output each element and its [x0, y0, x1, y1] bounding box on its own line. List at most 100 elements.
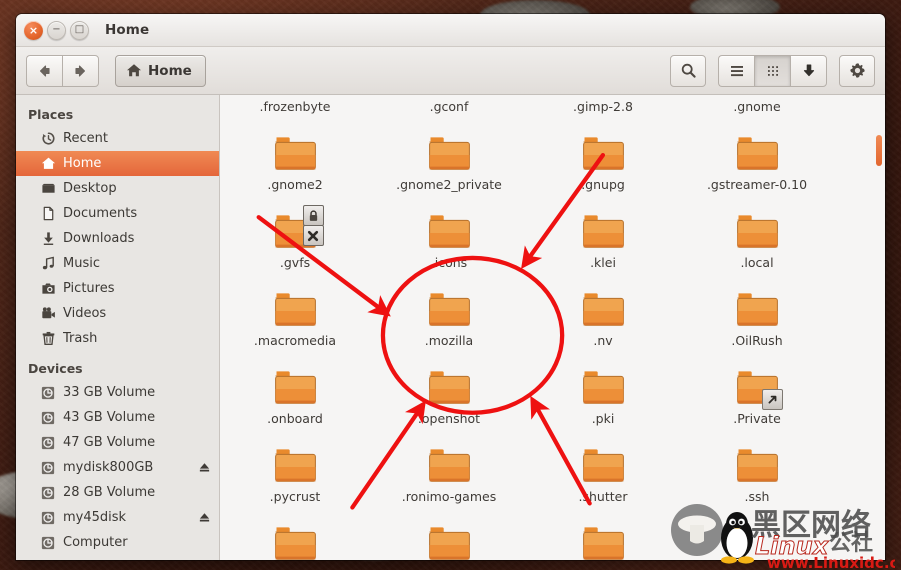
document-icon: [40, 206, 56, 222]
file-item-label: .ronimo-games: [401, 489, 497, 504]
folder-icon: [273, 289, 318, 329]
sidebar-item-desktop[interactable]: Desktop: [16, 176, 219, 201]
sidebar-item-volume-47gb[interactable]: 47 GB Volume: [16, 430, 219, 455]
file-item[interactable]: .icons: [389, 211, 509, 270]
search-button[interactable]: [670, 54, 706, 87]
sidebar-item-documents[interactable]: Documents: [16, 201, 219, 226]
file-item[interactable]: .pycrust: [235, 445, 355, 504]
sidebar-item-label: 47 GB Volume: [63, 435, 156, 450]
settings-button[interactable]: [839, 54, 875, 87]
arrow-left-icon: [39, 64, 50, 77]
window-body: Places Recent Home Desktop Documents Dow…: [16, 95, 885, 560]
back-button[interactable]: [26, 54, 62, 87]
file-item[interactable]: .Private: [697, 367, 817, 426]
eject-icon[interactable]: [198, 461, 211, 474]
file-item[interactable]: .gimp-2.8: [543, 95, 663, 114]
file-item[interactable]: .shutter: [543, 445, 663, 504]
file-item[interactable]: .onboard: [235, 367, 355, 426]
maximize-button[interactable]: □: [70, 20, 89, 40]
scrollbar-thumb[interactable]: [876, 135, 882, 166]
sidebar-item-videos[interactable]: Videos: [16, 301, 219, 326]
sidebar-item-label: Trash: [63, 331, 98, 346]
sidebar-item-downloads[interactable]: Downloads: [16, 226, 219, 251]
breadcrumb[interactable]: Home: [115, 54, 206, 87]
music-icon: [40, 256, 56, 272]
file-item[interactable]: [389, 523, 509, 560]
sidebar-item-volume-28gb[interactable]: 28 GB Volume: [16, 480, 219, 505]
folder-icon: [735, 289, 780, 329]
file-item[interactable]: .macromedia: [235, 289, 355, 348]
file-list-area[interactable]: .frozenbyte .gconf .gimp-2.8 .gnome .gnome2.…: [220, 95, 885, 560]
sidebar-item-music[interactable]: Music: [16, 251, 219, 276]
sidebar-item-label: Videos: [63, 306, 107, 321]
file-item-label: .gnome2: [267, 177, 323, 192]
sidebar-item-label: 28 GB Volume: [63, 485, 156, 500]
forward-button[interactable]: [62, 54, 99, 87]
file-item[interactable]: .gnome2: [235, 133, 355, 192]
sidebar: Places Recent Home Desktop Documents Dow…: [16, 95, 220, 560]
file-item[interactable]: .nv: [543, 289, 663, 348]
sidebar-item-pictures[interactable]: Pictures: [16, 276, 219, 301]
sidebar-item-label: Desktop: [63, 181, 117, 196]
file-item-label: .gnome: [733, 99, 781, 114]
sidebar-item-label: mydisk800GB: [63, 460, 154, 475]
file-item[interactable]: .gconf: [389, 95, 509, 114]
recent-icon: [40, 131, 56, 147]
close-icon: ×: [28, 23, 39, 37]
sidebar-item-home[interactable]: Home: [16, 151, 219, 176]
sidebar-item-computer[interactable]: Computer: [16, 530, 219, 555]
sidebar-item-trash[interactable]: Trash: [16, 326, 219, 351]
toolbar: Home: [16, 47, 885, 95]
file-item-label: .gnome2_private: [396, 177, 502, 192]
grid-dots-icon: [767, 65, 778, 76]
lock-emblem-icon: [302, 205, 324, 226]
folder-icon: [735, 211, 780, 251]
file-item-label: .local: [740, 255, 774, 270]
icon-view-button[interactable]: [754, 54, 790, 87]
file-item-label: .pki: [591, 411, 615, 426]
file-item[interactable]: .gvfs: [235, 205, 355, 270]
eject-icon[interactable]: [198, 511, 211, 524]
file-item[interactable]: .ssh: [697, 445, 817, 504]
close-button[interactable]: ×: [24, 20, 43, 40]
sidebar-item-volume-43gb[interactable]: 43 GB Volume: [16, 405, 219, 430]
sidebar-item-label: Music: [63, 256, 100, 271]
file-item[interactable]: .local: [697, 211, 817, 270]
folder-icon: [581, 211, 626, 251]
file-item[interactable]: [543, 523, 663, 560]
file-item[interactable]: .gnome: [697, 95, 817, 114]
file-item-label: .onboard: [267, 411, 323, 426]
file-item[interactable]: .ronimo-games: [389, 445, 509, 504]
folder-icon: [735, 367, 783, 410]
file-item[interactable]: .gnome2_private: [389, 133, 509, 192]
sidebar-item-recent[interactable]: Recent: [16, 126, 219, 151]
file-item[interactable]: .gstreamer-0.10: [697, 133, 817, 192]
sidebar-item-label: Downloads: [63, 231, 135, 246]
desktop-icon: [40, 181, 56, 197]
file-item[interactable]: .gnupg: [543, 133, 663, 192]
folder-icon: [581, 445, 626, 485]
sidebar-group-title-devices: Devices: [28, 361, 83, 376]
sidebar-item-mydisk800gb[interactable]: mydisk800GB: [16, 455, 219, 480]
title-bar: × − □ Home: [16, 14, 885, 47]
file-item[interactable]: .openshot: [389, 367, 509, 426]
sidebar-item-my45disk[interactable]: my45disk: [16, 505, 219, 530]
trash-icon: [40, 331, 56, 347]
sidebar-item-volume-33gb[interactable]: 33 GB Volume: [16, 380, 219, 405]
file-item[interactable]: [235, 523, 355, 560]
compact-view-button[interactable]: [790, 54, 827, 87]
list-view-button[interactable]: [718, 54, 754, 87]
folder-icon: [273, 445, 318, 485]
file-item-label: .shutter: [578, 489, 628, 504]
file-item[interactable]: .pki: [543, 367, 663, 426]
file-item[interactable]: .frozenbyte: [235, 95, 355, 114]
file-item[interactable]: .OilRush: [697, 289, 817, 348]
minimize-button[interactable]: −: [47, 20, 66, 40]
vertical-scrollbar[interactable]: [872, 95, 885, 560]
maximize-icon: □: [74, 24, 85, 35]
file-item[interactable]: .klei: [543, 211, 663, 270]
folder-icon: [427, 367, 472, 407]
file-item[interactable]: .mozilla: [389, 289, 509, 348]
file-item-label: .gvfs: [279, 255, 311, 270]
sidebar-item-label: Computer: [63, 535, 128, 550]
